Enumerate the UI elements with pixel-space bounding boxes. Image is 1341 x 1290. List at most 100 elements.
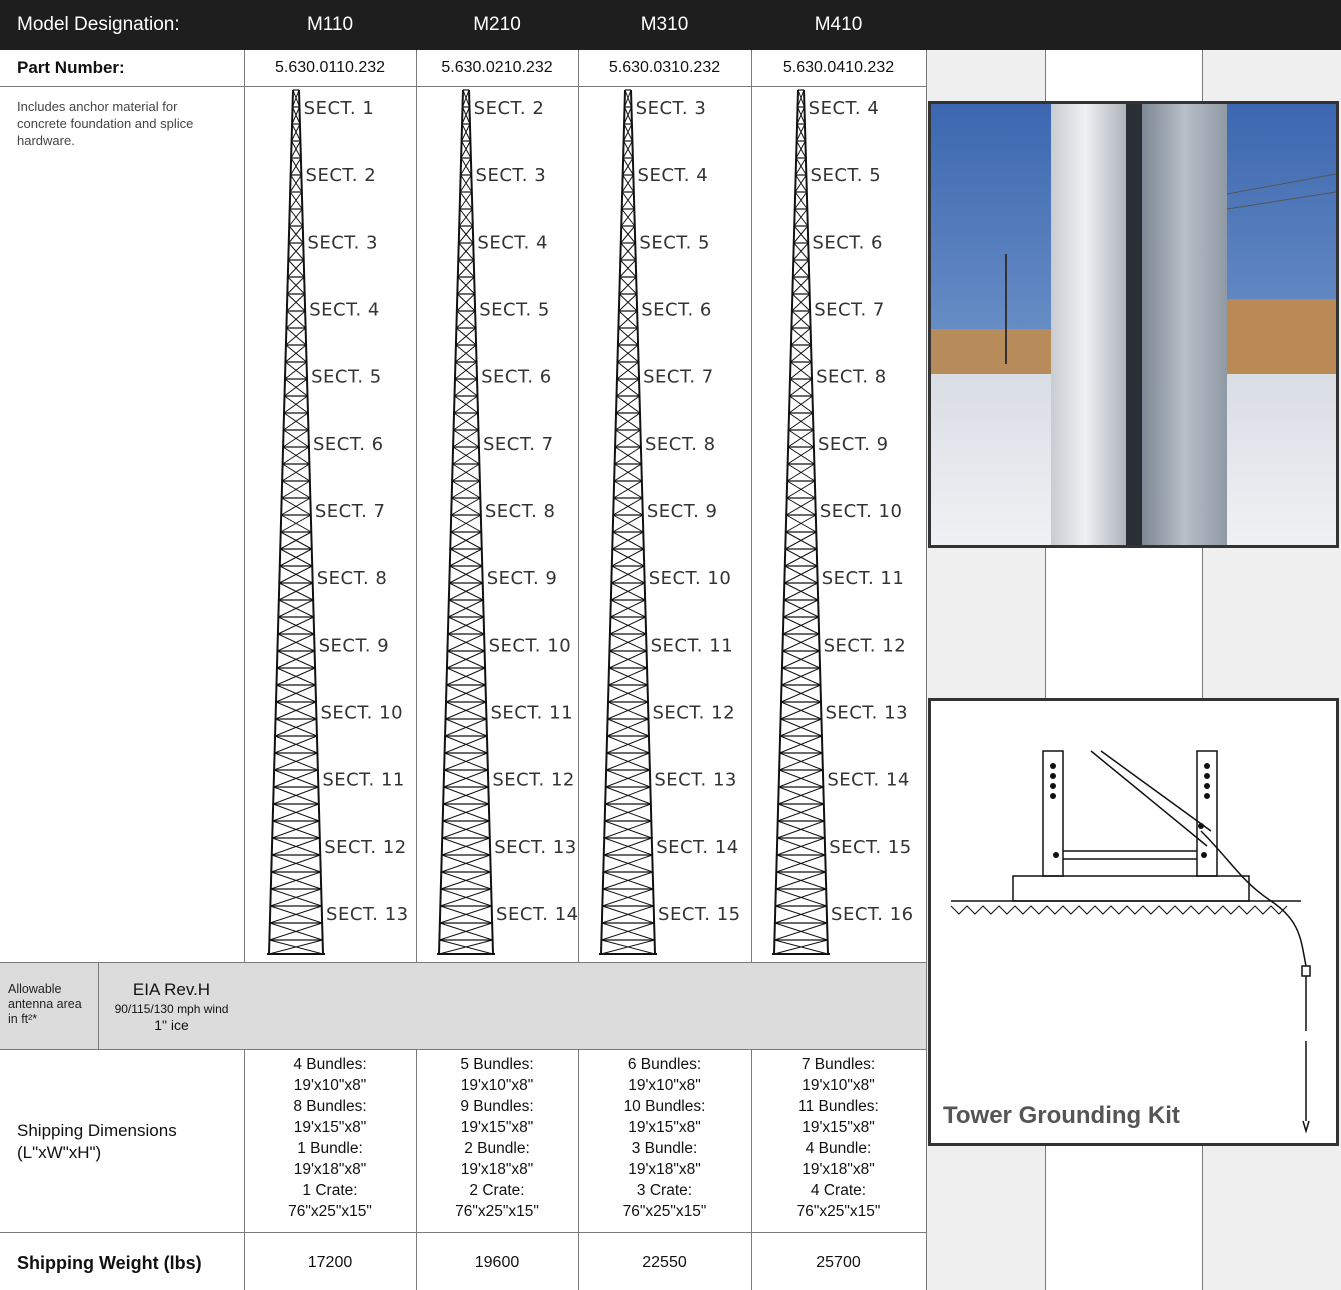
row-line [0, 1232, 926, 1233]
tower-brace [291, 123, 301, 142]
section-label: SECT. 13 [326, 904, 409, 925]
tower-brace [271, 837, 321, 856]
tower-brace [455, 327, 477, 346]
tower-brace [776, 837, 826, 856]
tower-brace [276, 650, 316, 669]
tower-brace [279, 565, 313, 584]
anchor-note: Includes anchor material for concrete fo… [17, 99, 194, 148]
tower-brace [778, 769, 824, 788]
tower-brace [615, 412, 641, 431]
tower-brace [774, 905, 828, 924]
tower-brace [615, 395, 641, 414]
tower-brace [285, 327, 307, 346]
tower-brace [603, 854, 653, 873]
section-label: SECT. 4 [477, 232, 548, 253]
tower-brace [453, 395, 479, 414]
tower-m410: SECT. 4 SECT. 5 SECT. 6 SECT. 7 SECT. 8 SECT.… [772, 89, 914, 955]
tower-brace [608, 667, 648, 686]
section-label: SECT. 12 [324, 837, 407, 858]
tower-brace [790, 327, 812, 346]
model-m210: M210 [416, 0, 578, 50]
tower-brace [289, 191, 303, 210]
shipping-weight-m410: 25700 [816, 1254, 861, 1271]
section-label: SECT. 12 [492, 770, 575, 791]
shipping-dims-m310: 6 Bundles: 19'x10"x8" 10 Bundles: 19'x15"x8… [578, 1054, 751, 1222]
tower-brace [607, 701, 649, 720]
tower-brace [282, 446, 310, 465]
section-label: SECT. 16 [831, 904, 914, 925]
eia-wind: 90/115/130 mph wind [114, 1002, 229, 1016]
grounding-kit-caption: Tower Grounding Kit [943, 1102, 1180, 1129]
tower-brace [783, 599, 819, 618]
tower-brace [779, 735, 823, 754]
tower-brace [606, 718, 650, 737]
tower-brace [609, 616, 647, 635]
antenna-label: Allowable antenna area in ft²* [8, 982, 82, 1026]
tower-brace [285, 344, 307, 363]
tower-brace [269, 905, 323, 924]
tower-brace [455, 344, 477, 363]
shipping-weight-label: Shipping Weight (lbs) [17, 1252, 202, 1273]
section-label: SECT. 7 [643, 367, 714, 388]
tower-brace [450, 531, 482, 550]
tower-brace [441, 854, 491, 873]
section-label: SECT. 6 [641, 300, 712, 321]
tower-brace [448, 599, 484, 618]
shipping-dims-line: 10 Bundles: [623, 1098, 706, 1115]
tower-brace [601, 922, 655, 941]
tower-brace [281, 463, 311, 482]
tower-brace [789, 361, 813, 380]
tower-brace [442, 786, 490, 805]
tower-brace [289, 174, 303, 193]
tower-brace [445, 684, 487, 703]
section-label: SECT. 10 [820, 501, 903, 522]
section-label: SECT. 1 [304, 98, 375, 119]
tower-brace [793, 208, 809, 227]
shipping-dims-line: 19'x15"x8" [293, 1119, 367, 1136]
section-label: SECT. 11 [322, 770, 405, 791]
tower-brace [453, 412, 479, 431]
tower-brace [782, 633, 820, 652]
tower-brace [284, 361, 308, 380]
shipping-dims-line: 5 Bundles: [460, 1056, 534, 1073]
tower-brace [604, 820, 652, 839]
tower-brace [786, 480, 816, 499]
tower-brace [791, 276, 811, 295]
tower-brace [286, 276, 306, 295]
shipping-dims-line: 19'x18"x8" [460, 1161, 534, 1178]
tower-brace [272, 820, 320, 839]
tower-brace [443, 752, 489, 771]
tower-brace [275, 684, 317, 703]
tower-brace [273, 752, 319, 771]
tower-brace [271, 854, 321, 873]
shipping-dims-line: 19'x10"x8" [802, 1077, 875, 1094]
tower-brace [456, 310, 476, 329]
section-label: SECT. 15 [658, 904, 741, 925]
tower-brace [603, 837, 653, 856]
section-label: SECT. 3 [476, 165, 547, 186]
tower-brace [608, 650, 648, 669]
tower-brace [794, 191, 808, 210]
tower-brace [618, 310, 638, 329]
shipping-dims-line: 3 Bundle: [631, 1140, 698, 1157]
tower-leg-photo [928, 101, 1339, 548]
tower-brace [619, 242, 637, 261]
tower-brace [446, 650, 486, 669]
tower-brace [792, 242, 810, 261]
tower-brace [456, 293, 476, 312]
part-number-m310: 5.630.0310.232 [608, 59, 721, 76]
tower-brace [777, 786, 825, 805]
shipping-dims-line: 7 Bundles: [801, 1056, 876, 1073]
tower-brace [445, 701, 487, 720]
row-line [0, 86, 926, 87]
tower-m110: SECT. 1 SECT. 2 SECT. 3 SECT. 4 SECT. 5 SECT.… [267, 89, 409, 955]
tower-brace [277, 616, 315, 635]
tower-brace [283, 395, 309, 414]
tower-brace [774, 922, 828, 941]
tower-brace [780, 701, 822, 720]
tower-brace [459, 191, 473, 210]
section-label: SECT. 4 [809, 98, 880, 119]
section-label: SECT. 13 [825, 703, 908, 724]
section-label: SECT. 10 [320, 703, 403, 724]
section-label: SECT. 14 [827, 770, 910, 791]
